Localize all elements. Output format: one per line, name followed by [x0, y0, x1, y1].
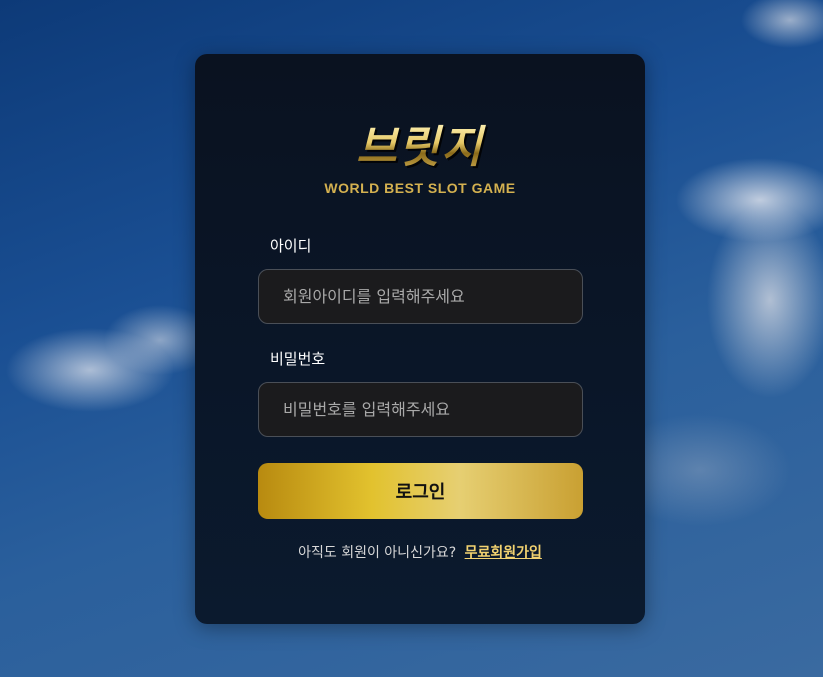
logo-subtitle: WORLD BEST SLOT GAME	[324, 180, 516, 196]
login-card: 브릿지 WORLD BEST SLOT GAME 아이디 비밀번호 로그인 아직…	[195, 54, 645, 624]
brand-logo: 브릿지 WORLD BEST SLOT GAME	[195, 122, 645, 196]
signup-prompt: 아직도 회원이 아니신가요?	[298, 545, 457, 561]
logo-title: 브릿지	[195, 122, 645, 174]
login-button[interactable]: 로그인	[258, 463, 583, 519]
signup-row: 아직도 회원이 아니신가요? 무료회원가입	[195, 542, 645, 562]
id-label: 아이디	[270, 237, 312, 255]
signup-link[interactable]: 무료회원가입	[465, 545, 542, 561]
password-label: 비밀번호	[270, 350, 326, 368]
password-input[interactable]	[258, 382, 583, 437]
id-input[interactable]	[258, 269, 583, 324]
